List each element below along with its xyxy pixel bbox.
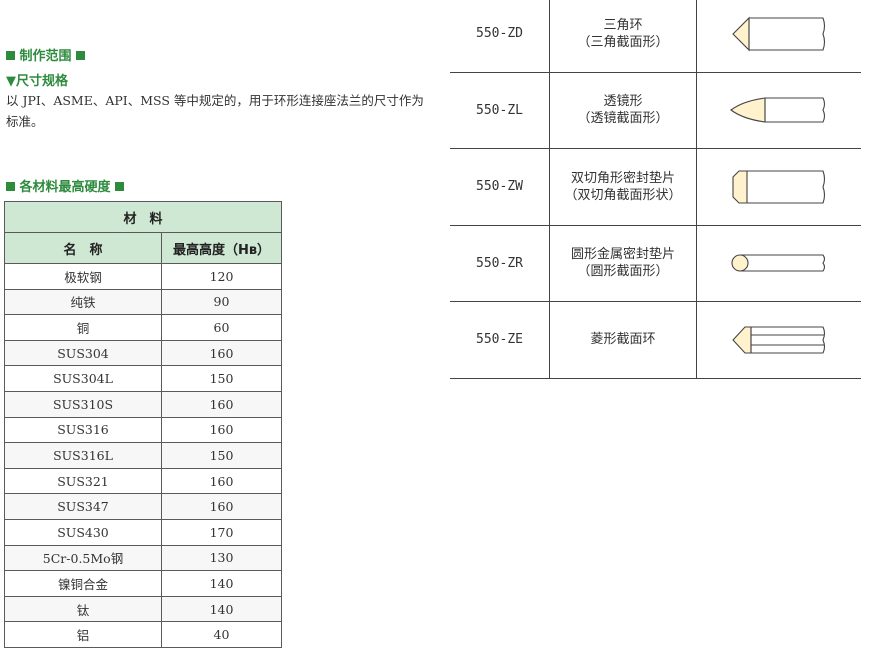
material-name-cell: SUS430: [4, 518, 162, 546]
ring-name-line2: （三角截面形）: [577, 34, 669, 50]
col-header-hardness: 最高高度（Hʙ）: [161, 232, 282, 264]
hardness-value-cell: 160: [161, 416, 282, 444]
hardness-value-cell: 140: [161, 570, 282, 597]
ring-name-line1: 菱形截面环: [590, 332, 656, 348]
hardness-value-cell: 120: [161, 263, 282, 290]
table-row: SUS430 170: [4, 518, 282, 546]
table-row: SUS316L 150: [4, 442, 282, 469]
table-row: 550-ZE 菱形截面环: [450, 301, 861, 379]
table-row: SUS316 160: [4, 416, 282, 444]
material-name-cell: 铝: [4, 621, 162, 648]
table-row: 550-ZW 双切角形密封垫片 （双切角截面形状）: [450, 148, 861, 226]
lens-section-icon: [730, 97, 826, 123]
table-row: 钛 140: [4, 595, 282, 623]
hardness-table-body: 极软钢 120 纯铁 90 铜 60 SUS304 160 SUS304L 150 SUS310S 1…: [4, 263, 282, 648]
table-row: 5Cr-0.5Mo钢 130: [4, 544, 282, 572]
ring-name-line1: 三角环: [603, 17, 643, 33]
ring-shape-cell: [696, 225, 861, 302]
hardness-value-cell: 140: [161, 595, 282, 623]
round-section-icon: [731, 254, 826, 272]
table-row: SUS304 160: [4, 339, 282, 367]
size-subtitle: ▼尺寸规格: [6, 74, 68, 89]
square-bullet-icon: [6, 182, 15, 191]
hardness-value-cell: 150: [161, 365, 282, 392]
material-name-cell: 纯铁: [4, 288, 162, 316]
hardness-value-cell: 160: [161, 467, 282, 495]
square-bullet-icon: [76, 51, 86, 60]
material-name-cell: SUS304: [4, 339, 162, 367]
table-row: SUS304L 150: [4, 365, 282, 392]
table-row: 铝 40: [4, 621, 282, 648]
material-name-cell: SUS316L: [4, 442, 162, 469]
hardness-table: 材 料 名 称 最高高度（Hʙ） 极软钢 120 纯铁 90 铜 60 SUS304 160 S…: [4, 201, 282, 648]
material-name-cell: SUS347: [4, 493, 162, 520]
material-name-cell: 铜: [4, 314, 162, 341]
ring-name-cell: 菱形截面环: [549, 301, 697, 379]
square-bullet-icon: [115, 182, 125, 191]
ring-name-line2: （透镜截面形）: [577, 111, 669, 127]
hardness-title-text: 各材料最高硬度: [19, 180, 111, 195]
ring-name-line1: 圆形金属密封垫片: [570, 247, 675, 263]
table-row: 镍铜合金 140: [4, 570, 282, 597]
ring-code-cell: 550-ZW: [450, 148, 550, 226]
table-row: 极软钢 120: [4, 263, 282, 290]
material-name-cell: 镍铜合金: [4, 570, 162, 597]
ring-name-cell: 三角环 （三角截面形）: [549, 0, 697, 73]
diamond-section-icon: [732, 326, 826, 354]
triangle-section-icon: [732, 16, 826, 52]
ring-shape-cell: [696, 72, 861, 149]
ring-name-line2: （双切角截面形状）: [564, 187, 682, 203]
scope-section-title: 制作范围: [6, 45, 86, 64]
table-row: SUS310S 160: [4, 390, 282, 418]
col-header-name: 名 称: [4, 232, 162, 264]
table-row: 550-ZL 透镜形 （透镜截面形）: [450, 72, 861, 149]
ring-shape-cell: [696, 148, 861, 226]
table-row: SUS321 160: [4, 467, 282, 495]
material-name-cell: SUS316: [4, 416, 162, 444]
hardness-value-cell: 60: [161, 314, 282, 341]
material-name-cell: 5Cr-0.5Mo钢: [4, 544, 162, 572]
ring-name-cell: 圆形金属密封垫片 （圆形截面形）: [549, 225, 697, 302]
scope-title-text: 制作范围: [19, 49, 72, 64]
material-name-cell: SUS304L: [4, 365, 162, 392]
hardness-section-title: 各材料最高硬度: [6, 176, 125, 195]
hardness-value-cell: 160: [161, 339, 282, 367]
ring-shape-cell: [696, 301, 861, 379]
hardness-value-cell: 160: [161, 493, 282, 520]
ring-code-cell: 550-ZE: [450, 301, 550, 379]
hardness-value-cell: 90: [161, 288, 282, 316]
ring-code-cell: 550-ZR: [450, 225, 550, 302]
ring-name-cell: 透镜形 （透镜截面形）: [549, 72, 697, 149]
ring-shape-cell: [696, 0, 861, 73]
table-row: SUS347 160: [4, 493, 282, 520]
table-row: 铜 60: [4, 314, 282, 341]
hardness-value-cell: 160: [161, 390, 282, 418]
table-row: 550-ZR 圆形金属密封垫片 （圆形截面形）: [450, 225, 861, 302]
material-name-cell: SUS310S: [4, 390, 162, 418]
table-row: 550-ZD 三角环 （三角截面形）: [450, 0, 861, 73]
material-name-cell: 极软钢: [4, 263, 162, 290]
material-name-cell: SUS321: [4, 467, 162, 495]
ring-name-line1: 双切角形密封垫片: [570, 170, 675, 186]
ring-type-body: 550-ZD 三角环 （三角截面形） 550-ZL 透镜形 （透镜截面形） 550-ZW…: [450, 0, 861, 379]
ring-code-cell: 550-ZL: [450, 72, 550, 149]
size-description: 以 JPI、ASME、API、MSS 等中规定的，用于环形连接座法兰的尺寸作为标…: [6, 93, 424, 129]
ring-name-line1: 透镜形: [603, 94, 643, 110]
ring-name-line2: （圆形截面形）: [577, 264, 669, 280]
double-chamfer-section-icon: [732, 170, 826, 204]
hardness-value-cell: 40: [161, 621, 282, 648]
hardness-value-cell: 150: [161, 442, 282, 469]
ring-code-cell: 550-ZD: [450, 0, 550, 73]
hardness-value-cell: 130: [161, 544, 282, 572]
table-row: 纯铁 90: [4, 288, 282, 316]
square-bullet-icon: [6, 51, 15, 60]
material-name-cell: 钛: [4, 595, 162, 623]
ring-type-table: 550-ZD 三角环 （三角截面形） 550-ZL 透镜形 （透镜截面形） 550-ZW…: [450, 0, 861, 379]
hardness-value-cell: 170: [161, 518, 282, 546]
material-group-header: 材 料: [4, 201, 282, 233]
ring-name-cell: 双切角形密封垫片 （双切角截面形状）: [549, 148, 697, 226]
